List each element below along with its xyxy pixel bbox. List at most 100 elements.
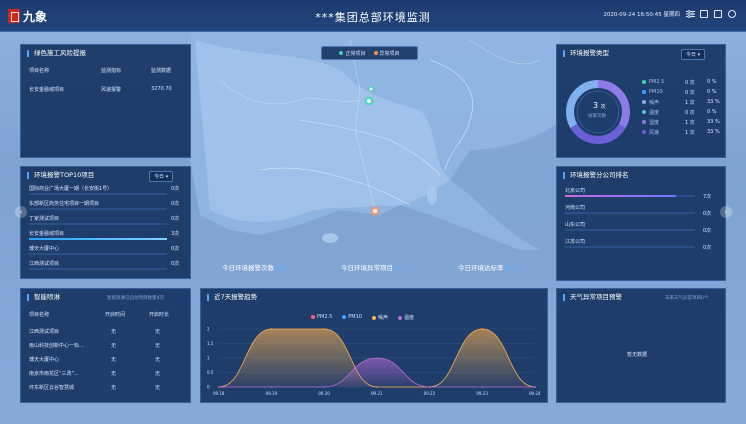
- stat-compliance-rate: 今日环境达标率 9 %: [458, 264, 517, 272]
- data-point: [323, 328, 326, 330]
- trend-chart[interactable]: 0 0.5 1 1.5 2 09.18 09.19 09.20 09.21 09.22 09.23 0…: [205, 323, 545, 403]
- legend-item[interactable]: 噪声: [371, 314, 388, 321]
- legend-dot-icon: [342, 314, 347, 319]
- legend-dot-icon: [311, 314, 315, 319]
- alarm-type-donut[interactable]: [563, 77, 633, 147]
- legend-dot-icon: [398, 315, 402, 320]
- next-arrow-icon[interactable]: ›: [720, 206, 732, 218]
- x-tick-label: 09.24: [529, 391, 541, 396]
- legend-dot-icon: [642, 80, 646, 84]
- item-value: 0次: [171, 201, 180, 207]
- y-tick-label: 0: [207, 385, 210, 390]
- progress-track: [565, 229, 695, 231]
- x-tick-label: 09.20: [318, 391, 330, 396]
- screen-icon[interactable]: [700, 10, 708, 18]
- empty-state: 暂无数据: [627, 352, 648, 358]
- risk-report-panel: 绿色施工风险提报 项目名称 监测指标 监测数据 长安金融城项目 风速报警 327…: [20, 44, 191, 158]
- map-pin-abnormal[interactable]: [370, 206, 380, 216]
- spray-note: 智能喷淋已启动项目数量4次: [107, 296, 164, 301]
- panel-title: 近7天报警趋势: [207, 294, 257, 301]
- item-name: 江西测试项目: [29, 261, 60, 267]
- x-tick-label: 09.23: [476, 391, 488, 396]
- item-value: 0次: [171, 186, 180, 192]
- legend-dot-icon: [642, 90, 646, 94]
- legend-dot-icon: [642, 130, 646, 134]
- progress-track: [29, 193, 167, 195]
- branch-ranking-panel: 环境报警分公司排名 北京公司 7次 河南公司 0次 山东公司 0次 江苏公司 0次: [556, 166, 726, 281]
- item-name: 博天大厦中心: [29, 246, 60, 252]
- y-tick-label: 0.5: [207, 370, 214, 375]
- panel-title: 环境报警类型: [563, 50, 609, 57]
- legend-item[interactable]: 温度: [398, 314, 414, 321]
- panel-title: 绿色施工风险提报: [27, 50, 86, 57]
- item-value: 3次: [171, 231, 180, 237]
- progress-track: [565, 246, 695, 248]
- progress-track: [29, 268, 167, 270]
- user-icon[interactable]: [728, 10, 736, 18]
- legend-normal[interactable]: 正常项目: [339, 50, 366, 57]
- alarm-top10-panel: 环境报警TOP10项目 今日 ▾ 国际商业广场大厦一期（长安街1号） 0次 东部新区…: [20, 166, 191, 279]
- data-point: [428, 386, 431, 388]
- progress-bar: [29, 238, 167, 240]
- progress-track: [29, 238, 167, 240]
- data-point: [218, 386, 220, 388]
- y-tick-label: 1.5: [207, 341, 214, 346]
- datetime: 2020-09-24 16:50:45 星期四: [603, 12, 680, 18]
- top-header: 九象 ***集团总部环境监测 2020-09-24 16:50:45 星期四: [0, 0, 746, 32]
- item-name: 东部新区商务住宅项目一期项目: [29, 201, 100, 207]
- period-select[interactable]: 今日 ▾: [681, 49, 706, 60]
- data-point: [270, 328, 273, 330]
- x-tick-label: 09.18: [213, 391, 225, 396]
- legend-dot-icon: [371, 315, 376, 320]
- legend-item[interactable]: PM10: [342, 314, 362, 321]
- x-tick-label: 09.22: [424, 391, 436, 396]
- progress-track: [565, 212, 695, 214]
- progress-track: [29, 223, 167, 225]
- normal-dot-icon: [339, 51, 344, 55]
- legend-dot-icon: [642, 120, 646, 124]
- x-tick-label: 09.21: [371, 391, 383, 396]
- map-legend: 正常项目 异常项目: [321, 46, 418, 60]
- data-point: [534, 386, 536, 388]
- legend-abnormal[interactable]: 异常项目: [373, 50, 400, 57]
- smart-spray-panel: 智能喷淋 智能喷淋已启动项目数量4次 项目名称 开启时间 开启时长 江西测试项目…: [20, 288, 191, 403]
- item-value: 0次: [171, 246, 180, 252]
- legend-item[interactable]: PM2.5: [311, 314, 332, 321]
- data-point: [270, 386, 273, 388]
- y-tick-label: 1: [207, 356, 210, 361]
- weather-note: 未来天气异常项目0个: [665, 296, 709, 301]
- panel-title: 天气异常项目预警: [563, 294, 622, 301]
- abnormal-dot-icon: [373, 51, 378, 55]
- trend-chart-panel: 近7天报警趋势 PM2.5 PM10 噪声 温度 0 0.5 1 1.5 2 09.18 09.1…: [200, 288, 548, 403]
- chart-legend: PM2.5 PM10 噪声 温度: [311, 314, 414, 321]
- fullscreen-icon[interactable]: [714, 10, 722, 18]
- progress-track: [565, 195, 695, 197]
- x-tick-label: 09.19: [266, 391, 278, 396]
- period-select[interactable]: 今日 ▾: [149, 171, 174, 182]
- data-point: [376, 357, 378, 359]
- donut-center-value: 3 次: [593, 101, 606, 110]
- settings-icon[interactable]: [686, 10, 695, 18]
- map-pin-normal[interactable]: [364, 96, 374, 106]
- y-tick-label: 2: [207, 327, 210, 332]
- weather-warning-panel: 天气异常项目预警 未来天气异常项目0个 暂无数据: [556, 288, 726, 403]
- item-name: 长安金融城项目: [29, 231, 65, 237]
- legend-dot-icon: [642, 110, 646, 114]
- item-name: 丁家测试项目: [29, 216, 60, 222]
- panel-title: 环境报警分公司排名: [563, 172, 629, 179]
- item-value: 0次: [171, 216, 180, 222]
- data-point: [323, 386, 326, 388]
- donut-center-label: 报警次数: [588, 114, 606, 119]
- header-toolbar: 2020-09-24 16:50:45 星期四: [603, 10, 736, 18]
- map-pin-normal-2[interactable]: [368, 86, 374, 92]
- item-value: 0次: [171, 261, 180, 267]
- item-name: 国际商业广场大厦一期（长安街1号）: [29, 186, 113, 192]
- alarm-type-panel: 环境报警类型 今日 ▾ 3 次 报警次数 PM2.5 0 次0 % PM10 0 次0…: [556, 44, 726, 158]
- data-point: [481, 386, 484, 388]
- prev-arrow-icon[interactable]: ‹: [15, 206, 27, 218]
- panel-title: 智能喷淋: [27, 294, 60, 301]
- legend-dot-icon: [642, 100, 646, 104]
- data-point: [481, 328, 484, 330]
- progress-track: [29, 208, 167, 210]
- stat-abnormal-projects: 今日环境异常项目 1 个: [341, 264, 407, 272]
